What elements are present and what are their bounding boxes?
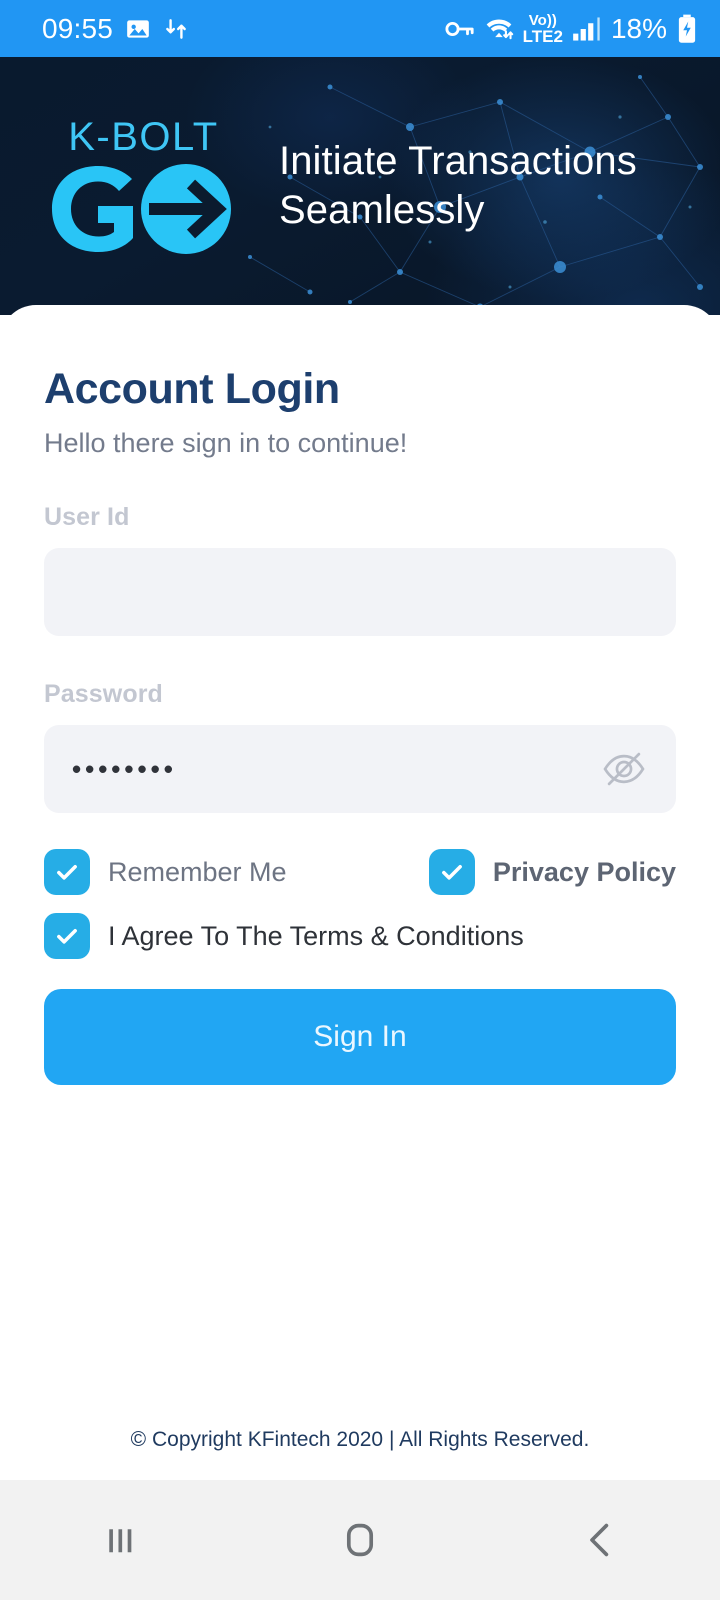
recents-icon[interactable] — [0, 1517, 240, 1563]
wifi-icon — [484, 16, 514, 42]
terms-label[interactable]: I Agree To The Terms & Conditions — [108, 921, 524, 952]
checkbox-group: Remember Me Privacy Policy I Agree To Th… — [44, 849, 676, 959]
login-card: Account Login Hello there sign in to con… — [0, 305, 720, 1480]
check-icon — [57, 929, 77, 944]
battery-charging-icon — [676, 14, 698, 44]
signal-bars-icon — [572, 16, 602, 42]
privacy-policy-checkbox[interactable] — [428, 849, 475, 895]
status-bar: 09:55 Vo)) LTE2 18% — [0, 0, 720, 57]
password-input[interactable]: •••••••• — [44, 725, 676, 813]
copyright-text: © Copyright KFintech 2020 | All Rights R… — [130, 1428, 590, 1451]
page-title: Account Login — [44, 365, 340, 413]
logo-wordmark-top: K-BOLT — [68, 114, 219, 159]
userid-input[interactable] — [44, 548, 676, 636]
phone-screen: 09:55 Vo)) LTE2 18% K-BOLT Initiate Tran… — [0, 0, 720, 1600]
sync-icon — [163, 16, 189, 42]
password-value: •••••••• — [72, 753, 177, 784]
android-nav-bar — [0, 1480, 720, 1600]
checkbox-row-one: Remember Me Privacy Policy — [44, 849, 676, 895]
key-icon — [445, 18, 475, 40]
clock: 09:55 — [42, 12, 114, 44]
terms-checkbox[interactable] — [44, 913, 90, 959]
header-content: K-BOLT Initiate Transactions Seamlessly — [0, 57, 720, 315]
status-bar-left: 09:55 — [42, 13, 189, 45]
check-icon — [441, 865, 462, 880]
status-bar-right: Vo)) LTE2 18% — [445, 13, 698, 45]
logo-go-mark — [46, 162, 241, 256]
volte-lte-label: Vo)) LTE2 — [523, 13, 563, 45]
privacy-policy-group: Privacy Policy — [428, 849, 676, 895]
remember-me-label[interactable]: Remember Me — [108, 857, 287, 888]
eye-off-icon[interactable] — [598, 749, 650, 789]
sign-in-button[interactable]: Sign In — [44, 989, 676, 1085]
check-icon — [57, 865, 77, 880]
userid-label: User Id — [44, 503, 130, 531]
battery-percent-label: 18% — [610, 12, 667, 44]
home-icon[interactable] — [240, 1516, 480, 1564]
page-subtitle: Hello there sign in to continue! — [44, 428, 408, 458]
userid-field-group: User Id — [44, 503, 676, 636]
header-headline: Initiate Transactions Seamlessly — [279, 139, 637, 232]
privacy-policy-link[interactable]: Privacy Policy — [493, 857, 676, 888]
lte-text: LTE2 — [522, 26, 563, 46]
remember-me-checkbox[interactable] — [44, 849, 90, 895]
app-logo: K-BOLT — [46, 117, 241, 256]
image-icon — [125, 16, 151, 42]
checkbox-row-two: I Agree To The Terms & Conditions — [44, 913, 676, 959]
password-label: Password — [44, 680, 163, 708]
app-header-banner: K-BOLT Initiate Transactions Seamlessly — [0, 57, 720, 315]
back-icon[interactable] — [480, 1516, 720, 1564]
password-field-group: Password •••••••• — [44, 680, 676, 813]
volte-text: Vo)) — [528, 11, 557, 29]
